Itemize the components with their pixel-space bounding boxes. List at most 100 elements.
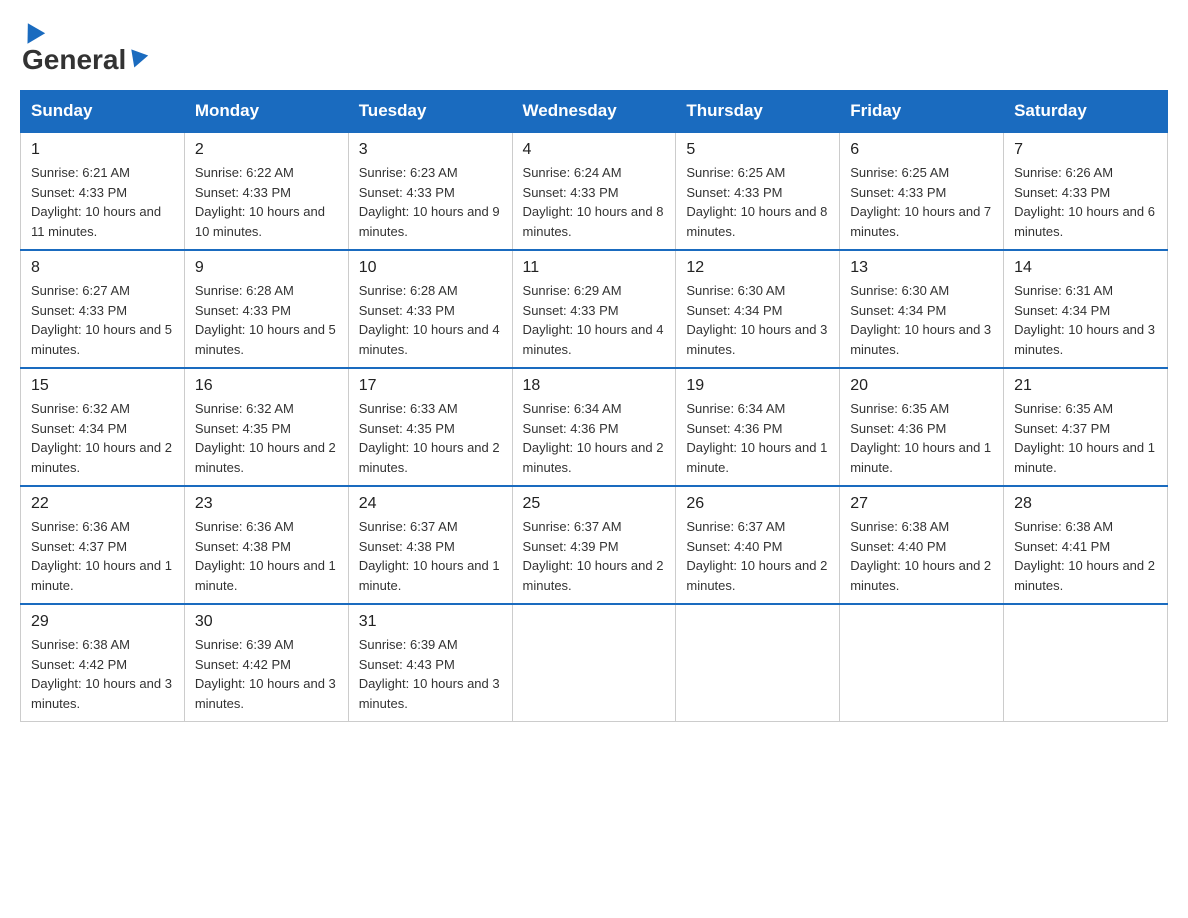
calendar-day-cell: 29 Sunrise: 6:38 AMSunset: 4:42 PMDaylig… (21, 604, 185, 722)
calendar-week-row: 22 Sunrise: 6:36 AMSunset: 4:37 PMDaylig… (21, 486, 1168, 604)
day-info: Sunrise: 6:32 AMSunset: 4:35 PMDaylight:… (195, 401, 336, 475)
calendar-day-cell: 19 Sunrise: 6:34 AMSunset: 4:36 PMDaylig… (676, 368, 840, 486)
day-info: Sunrise: 6:31 AMSunset: 4:34 PMDaylight:… (1014, 283, 1155, 357)
logo-general-line2: General (22, 44, 126, 76)
day-number: 31 (359, 613, 502, 631)
logo-arrow-icon (126, 49, 148, 70)
day-info: Sunrise: 6:36 AMSunset: 4:38 PMDaylight:… (195, 519, 336, 593)
calendar-day-cell: 22 Sunrise: 6:36 AMSunset: 4:37 PMDaylig… (21, 486, 185, 604)
calendar-table: SundayMondayTuesdayWednesdayThursdayFrid… (20, 90, 1168, 722)
calendar-header-row: SundayMondayTuesdayWednesdayThursdayFrid… (21, 91, 1168, 133)
weekday-header-thursday: Thursday (676, 91, 840, 133)
logo: General (20, 20, 148, 70)
day-number: 26 (686, 495, 829, 513)
day-number: 8 (31, 259, 174, 277)
day-number: 20 (850, 377, 993, 395)
day-number: 27 (850, 495, 993, 513)
day-info: Sunrise: 6:29 AMSunset: 4:33 PMDaylight:… (523, 283, 664, 357)
calendar-week-row: 8 Sunrise: 6:27 AMSunset: 4:33 PMDayligh… (21, 250, 1168, 368)
empty-cell (676, 604, 840, 722)
day-info: Sunrise: 6:37 AMSunset: 4:39 PMDaylight:… (523, 519, 664, 593)
calendar-day-cell: 6 Sunrise: 6:25 AMSunset: 4:33 PMDayligh… (840, 132, 1004, 250)
calendar-day-cell: 13 Sunrise: 6:30 AMSunset: 4:34 PMDaylig… (840, 250, 1004, 368)
day-number: 19 (686, 377, 829, 395)
calendar-day-cell: 21 Sunrise: 6:35 AMSunset: 4:37 PMDaylig… (1004, 368, 1168, 486)
calendar-day-cell: 8 Sunrise: 6:27 AMSunset: 4:33 PMDayligh… (21, 250, 185, 368)
day-info: Sunrise: 6:34 AMSunset: 4:36 PMDaylight:… (686, 401, 827, 475)
day-number: 1 (31, 141, 174, 159)
weekday-header-saturday: Saturday (1004, 91, 1168, 133)
day-info: Sunrise: 6:32 AMSunset: 4:34 PMDaylight:… (31, 401, 172, 475)
day-number: 22 (31, 495, 174, 513)
calendar-day-cell: 4 Sunrise: 6:24 AMSunset: 4:33 PMDayligh… (512, 132, 676, 250)
calendar-week-row: 1 Sunrise: 6:21 AMSunset: 4:33 PMDayligh… (21, 132, 1168, 250)
weekday-header-monday: Monday (184, 91, 348, 133)
calendar-day-cell: 7 Sunrise: 6:26 AMSunset: 4:33 PMDayligh… (1004, 132, 1168, 250)
day-info: Sunrise: 6:36 AMSunset: 4:37 PMDaylight:… (31, 519, 172, 593)
calendar-day-cell: 10 Sunrise: 6:28 AMSunset: 4:33 PMDaylig… (348, 250, 512, 368)
calendar-day-cell: 1 Sunrise: 6:21 AMSunset: 4:33 PMDayligh… (21, 132, 185, 250)
day-info: Sunrise: 6:24 AMSunset: 4:33 PMDaylight:… (523, 165, 664, 239)
day-number: 12 (686, 259, 829, 277)
day-number: 6 (850, 141, 993, 159)
weekday-header-wednesday: Wednesday (512, 91, 676, 133)
calendar-day-cell: 27 Sunrise: 6:38 AMSunset: 4:40 PMDaylig… (840, 486, 1004, 604)
day-info: Sunrise: 6:37 AMSunset: 4:40 PMDaylight:… (686, 519, 827, 593)
day-number: 30 (195, 613, 338, 631)
weekday-header-sunday: Sunday (21, 91, 185, 133)
day-number: 10 (359, 259, 502, 277)
day-info: Sunrise: 6:30 AMSunset: 4:34 PMDaylight:… (850, 283, 991, 357)
day-info: Sunrise: 6:21 AMSunset: 4:33 PMDaylight:… (31, 165, 161, 239)
day-number: 24 (359, 495, 502, 513)
day-info: Sunrise: 6:39 AMSunset: 4:42 PMDaylight:… (195, 637, 336, 711)
day-info: Sunrise: 6:35 AMSunset: 4:37 PMDaylight:… (1014, 401, 1155, 475)
day-info: Sunrise: 6:38 AMSunset: 4:42 PMDaylight:… (31, 637, 172, 711)
day-number: 28 (1014, 495, 1157, 513)
day-info: Sunrise: 6:25 AMSunset: 4:33 PMDaylight:… (686, 165, 827, 239)
day-number: 18 (523, 377, 666, 395)
day-number: 17 (359, 377, 502, 395)
calendar-week-row: 15 Sunrise: 6:32 AMSunset: 4:34 PMDaylig… (21, 368, 1168, 486)
empty-cell (512, 604, 676, 722)
calendar-day-cell: 3 Sunrise: 6:23 AMSunset: 4:33 PMDayligh… (348, 132, 512, 250)
weekday-header-tuesday: Tuesday (348, 91, 512, 133)
calendar-day-cell: 28 Sunrise: 6:38 AMSunset: 4:41 PMDaylig… (1004, 486, 1168, 604)
day-info: Sunrise: 6:37 AMSunset: 4:38 PMDaylight:… (359, 519, 500, 593)
day-info: Sunrise: 6:33 AMSunset: 4:35 PMDaylight:… (359, 401, 500, 475)
day-number: 4 (523, 141, 666, 159)
page-header: General (20, 20, 1168, 70)
day-info: Sunrise: 6:28 AMSunset: 4:33 PMDaylight:… (195, 283, 336, 357)
day-info: Sunrise: 6:34 AMSunset: 4:36 PMDaylight:… (523, 401, 664, 475)
day-number: 3 (359, 141, 502, 159)
calendar-day-cell: 17 Sunrise: 6:33 AMSunset: 4:35 PMDaylig… (348, 368, 512, 486)
day-number: 2 (195, 141, 338, 159)
day-number: 16 (195, 377, 338, 395)
day-number: 14 (1014, 259, 1157, 277)
day-number: 29 (31, 613, 174, 631)
calendar-day-cell: 18 Sunrise: 6:34 AMSunset: 4:36 PMDaylig… (512, 368, 676, 486)
empty-cell (1004, 604, 1168, 722)
calendar-day-cell: 30 Sunrise: 6:39 AMSunset: 4:42 PMDaylig… (184, 604, 348, 722)
day-number: 9 (195, 259, 338, 277)
calendar-day-cell: 26 Sunrise: 6:37 AMSunset: 4:40 PMDaylig… (676, 486, 840, 604)
day-number: 7 (1014, 141, 1157, 159)
day-info: Sunrise: 6:26 AMSunset: 4:33 PMDaylight:… (1014, 165, 1155, 239)
calendar-day-cell: 5 Sunrise: 6:25 AMSunset: 4:33 PMDayligh… (676, 132, 840, 250)
day-info: Sunrise: 6:23 AMSunset: 4:33 PMDaylight:… (359, 165, 500, 239)
day-number: 25 (523, 495, 666, 513)
day-number: 15 (31, 377, 174, 395)
calendar-day-cell: 31 Sunrise: 6:39 AMSunset: 4:43 PMDaylig… (348, 604, 512, 722)
day-info: Sunrise: 6:38 AMSunset: 4:40 PMDaylight:… (850, 519, 991, 593)
calendar-day-cell: 11 Sunrise: 6:29 AMSunset: 4:33 PMDaylig… (512, 250, 676, 368)
day-number: 5 (686, 141, 829, 159)
calendar-day-cell: 12 Sunrise: 6:30 AMSunset: 4:34 PMDaylig… (676, 250, 840, 368)
calendar-day-cell: 9 Sunrise: 6:28 AMSunset: 4:33 PMDayligh… (184, 250, 348, 368)
weekday-header-friday: Friday (840, 91, 1004, 133)
day-number: 13 (850, 259, 993, 277)
calendar-day-cell: 20 Sunrise: 6:35 AMSunset: 4:36 PMDaylig… (840, 368, 1004, 486)
day-info: Sunrise: 6:39 AMSunset: 4:43 PMDaylight:… (359, 637, 500, 711)
calendar-day-cell: 15 Sunrise: 6:32 AMSunset: 4:34 PMDaylig… (21, 368, 185, 486)
day-info: Sunrise: 6:22 AMSunset: 4:33 PMDaylight:… (195, 165, 325, 239)
day-info: Sunrise: 6:30 AMSunset: 4:34 PMDaylight:… (686, 283, 827, 357)
day-info: Sunrise: 6:38 AMSunset: 4:41 PMDaylight:… (1014, 519, 1155, 593)
